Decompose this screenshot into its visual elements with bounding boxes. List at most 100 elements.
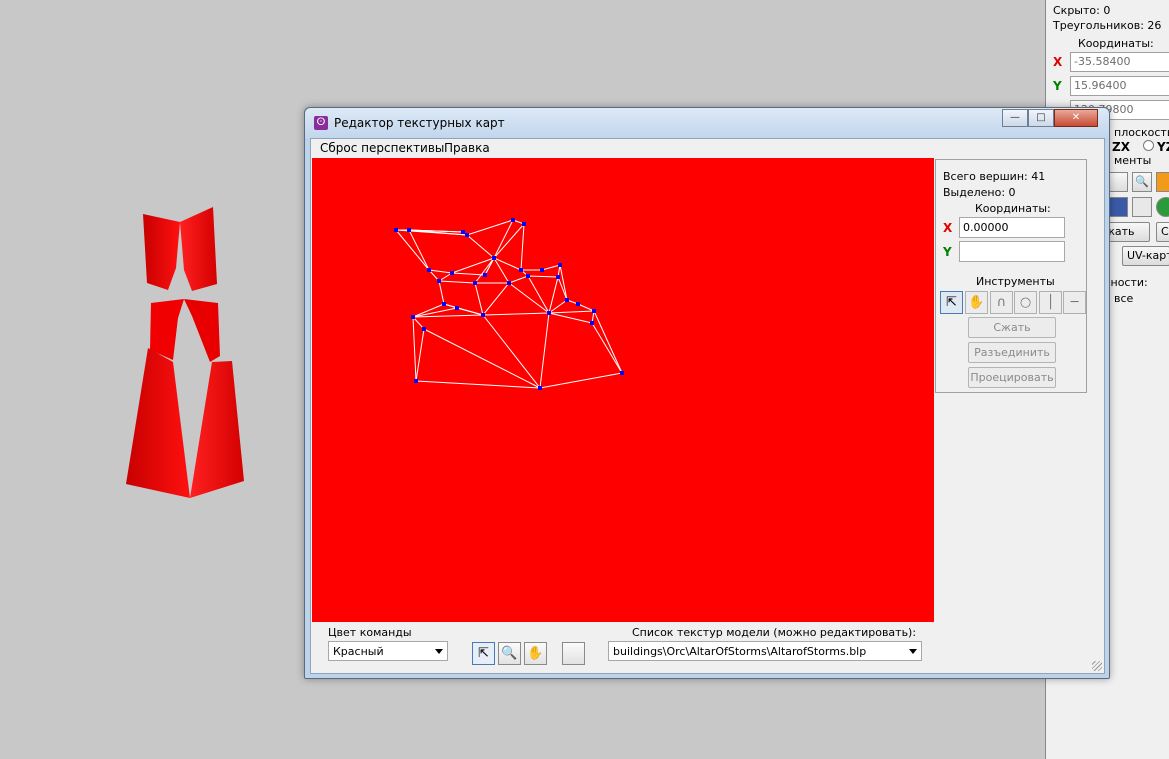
model-low-left [126,348,190,498]
plane-yz-option[interactable]: YZ [1157,140,1169,154]
resize-grip[interactable] [1092,661,1102,671]
uv-mesh [394,218,624,390]
blue-tool-icon[interactable] [1108,197,1128,217]
x-axis-label: X [1053,55,1063,69]
menu-reset-perspective[interactable]: Сброс перспективы [320,141,444,155]
mesh-vertex[interactable] [519,268,523,272]
mesh-vertex[interactable] [473,281,477,285]
mesh-vertex[interactable] [565,298,569,302]
mesh-vertex[interactable] [576,302,580,306]
mesh-vertex[interactable] [414,379,418,383]
mesh-vertex[interactable] [522,222,526,226]
y-coord-input[interactable] [959,241,1065,262]
rotate-icon[interactable] [1108,172,1128,192]
mesh-edge [548,310,595,314]
y-coord-field[interactable]: 15.96400 [1070,76,1169,96]
mesh-vertex[interactable] [442,302,446,306]
x-coord-input[interactable]: 0.00000 [959,217,1065,238]
bottom-bar: Цвет команды Красный ⇱ 🔍 ✋ Список тексту… [311,624,1104,672]
mesh-vertex[interactable] [511,218,515,222]
mesh-vertex[interactable] [455,306,459,310]
mesh-vertex[interactable] [590,321,594,325]
close-button[interactable]: ✕ [1054,109,1098,127]
mesh-edge [412,316,417,382]
mesh-edge [423,328,541,389]
triangle-count: Треугольников: 26 [1053,19,1162,32]
mesh-vertex[interactable] [411,315,415,319]
model-top-left [143,214,180,290]
plane-yz-radio[interactable] [1143,140,1154,151]
mesh-edge [591,322,623,374]
empty-tool-button[interactable] [562,642,585,665]
y-axis-label: Y [943,245,952,259]
mesh-vertex[interactable] [556,275,560,279]
disconnect-button[interactable]: Разъединить [968,342,1056,363]
select-pointer-icon[interactable]: ⇱ [472,642,495,665]
mesh-vertex[interactable] [483,273,487,277]
mesh-vertex[interactable] [437,279,441,283]
mesh-vertex[interactable] [450,271,454,275]
plane-zx-option[interactable]: ZX [1112,140,1130,154]
uv-canvas[interactable] [312,158,934,622]
model-mid-right [184,299,220,362]
mesh-vertex[interactable] [465,233,469,237]
model-mid-left [150,299,184,360]
minimize-button[interactable]: — [1002,109,1028,127]
select-vertex-tool-icon[interactable]: ⇱ [940,291,963,314]
rotate-tool-icon[interactable]: ∩ [990,291,1013,314]
mirror-horizontal-tool-icon[interactable]: ─ [1063,291,1086,314]
mesh-vertex[interactable] [547,311,551,315]
x-coord-field[interactable]: -35.58400 [1070,52,1169,72]
mesh-edge [451,272,486,276]
mesh-vertex[interactable] [558,263,562,267]
move-hand-tool-icon[interactable]: ✋ [965,291,988,314]
team-color-value: Красный [333,645,384,658]
mesh-edge [508,275,529,284]
team-color-select[interactable]: Красный [328,641,448,661]
coords-title: Координаты: [1078,37,1154,50]
mesh-vertex[interactable] [620,371,624,375]
mesh-vertex[interactable] [592,309,596,313]
mesh-vertex[interactable] [407,228,411,232]
mesh-vertex[interactable] [538,386,542,390]
mesh-vertex[interactable] [481,313,485,317]
mirror-vertical-tool-icon[interactable]: │ [1039,291,1062,314]
mesh-edge [415,328,425,382]
uv-map-button[interactable]: UV-карт [1122,246,1169,266]
coord-y-row: Y 15.96400 [1046,76,1169,98]
mesh-edge [482,312,550,316]
lock-icon[interactable] [1132,197,1152,217]
mesh-vertex[interactable] [540,268,544,272]
title-bar[interactable]: ⵙ Редактор текстурных карт — □ ✕ [305,108,1109,138]
mesh-vertex[interactable] [507,281,511,285]
mesh-edge [438,280,445,305]
mesh-edge [474,282,484,316]
menu-edit[interactable]: Правка [444,141,490,155]
mesh-edge [527,275,559,278]
pan-hand-icon[interactable]: ✋ [524,642,547,665]
mesh-edge [577,303,595,312]
mesh-vertex[interactable] [394,228,398,232]
orange-tool-icon[interactable] [1156,172,1169,192]
green-tool-icon[interactable] [1156,197,1169,217]
team-color-label: Цвет команды [328,626,412,639]
zoom-icon[interactable]: 🔍 [498,642,521,665]
scale-tool-icon[interactable]: ○ [1014,291,1037,314]
red-3d-model [126,207,244,498]
coord-x-row: X -35.58400 [1046,52,1169,74]
plane-label: плоскость [1114,126,1169,139]
compress-button[interactable]: Сжать [968,317,1056,338]
mesh-vertex[interactable] [492,256,496,260]
project-button[interactable]: Проецировать [968,367,1056,388]
mesh-vertex[interactable] [461,230,465,234]
mesh-edge [482,314,541,389]
mesh-vertex[interactable] [422,327,426,331]
mesh-vertex[interactable] [526,274,530,278]
textures-list-label: Список текстур модели (можно редактирова… [632,626,917,639]
maximize-button[interactable]: □ [1028,109,1054,127]
split-button-bg[interactable]: Слит [1156,222,1169,242]
mesh-vertex[interactable] [427,268,431,272]
texture-select[interactable]: buildings\Orc\AltarOfStorms\AltarofStorm… [608,641,922,661]
x-axis-label: X [943,221,953,235]
zoom-icon[interactable]: 🔍 [1132,172,1152,192]
